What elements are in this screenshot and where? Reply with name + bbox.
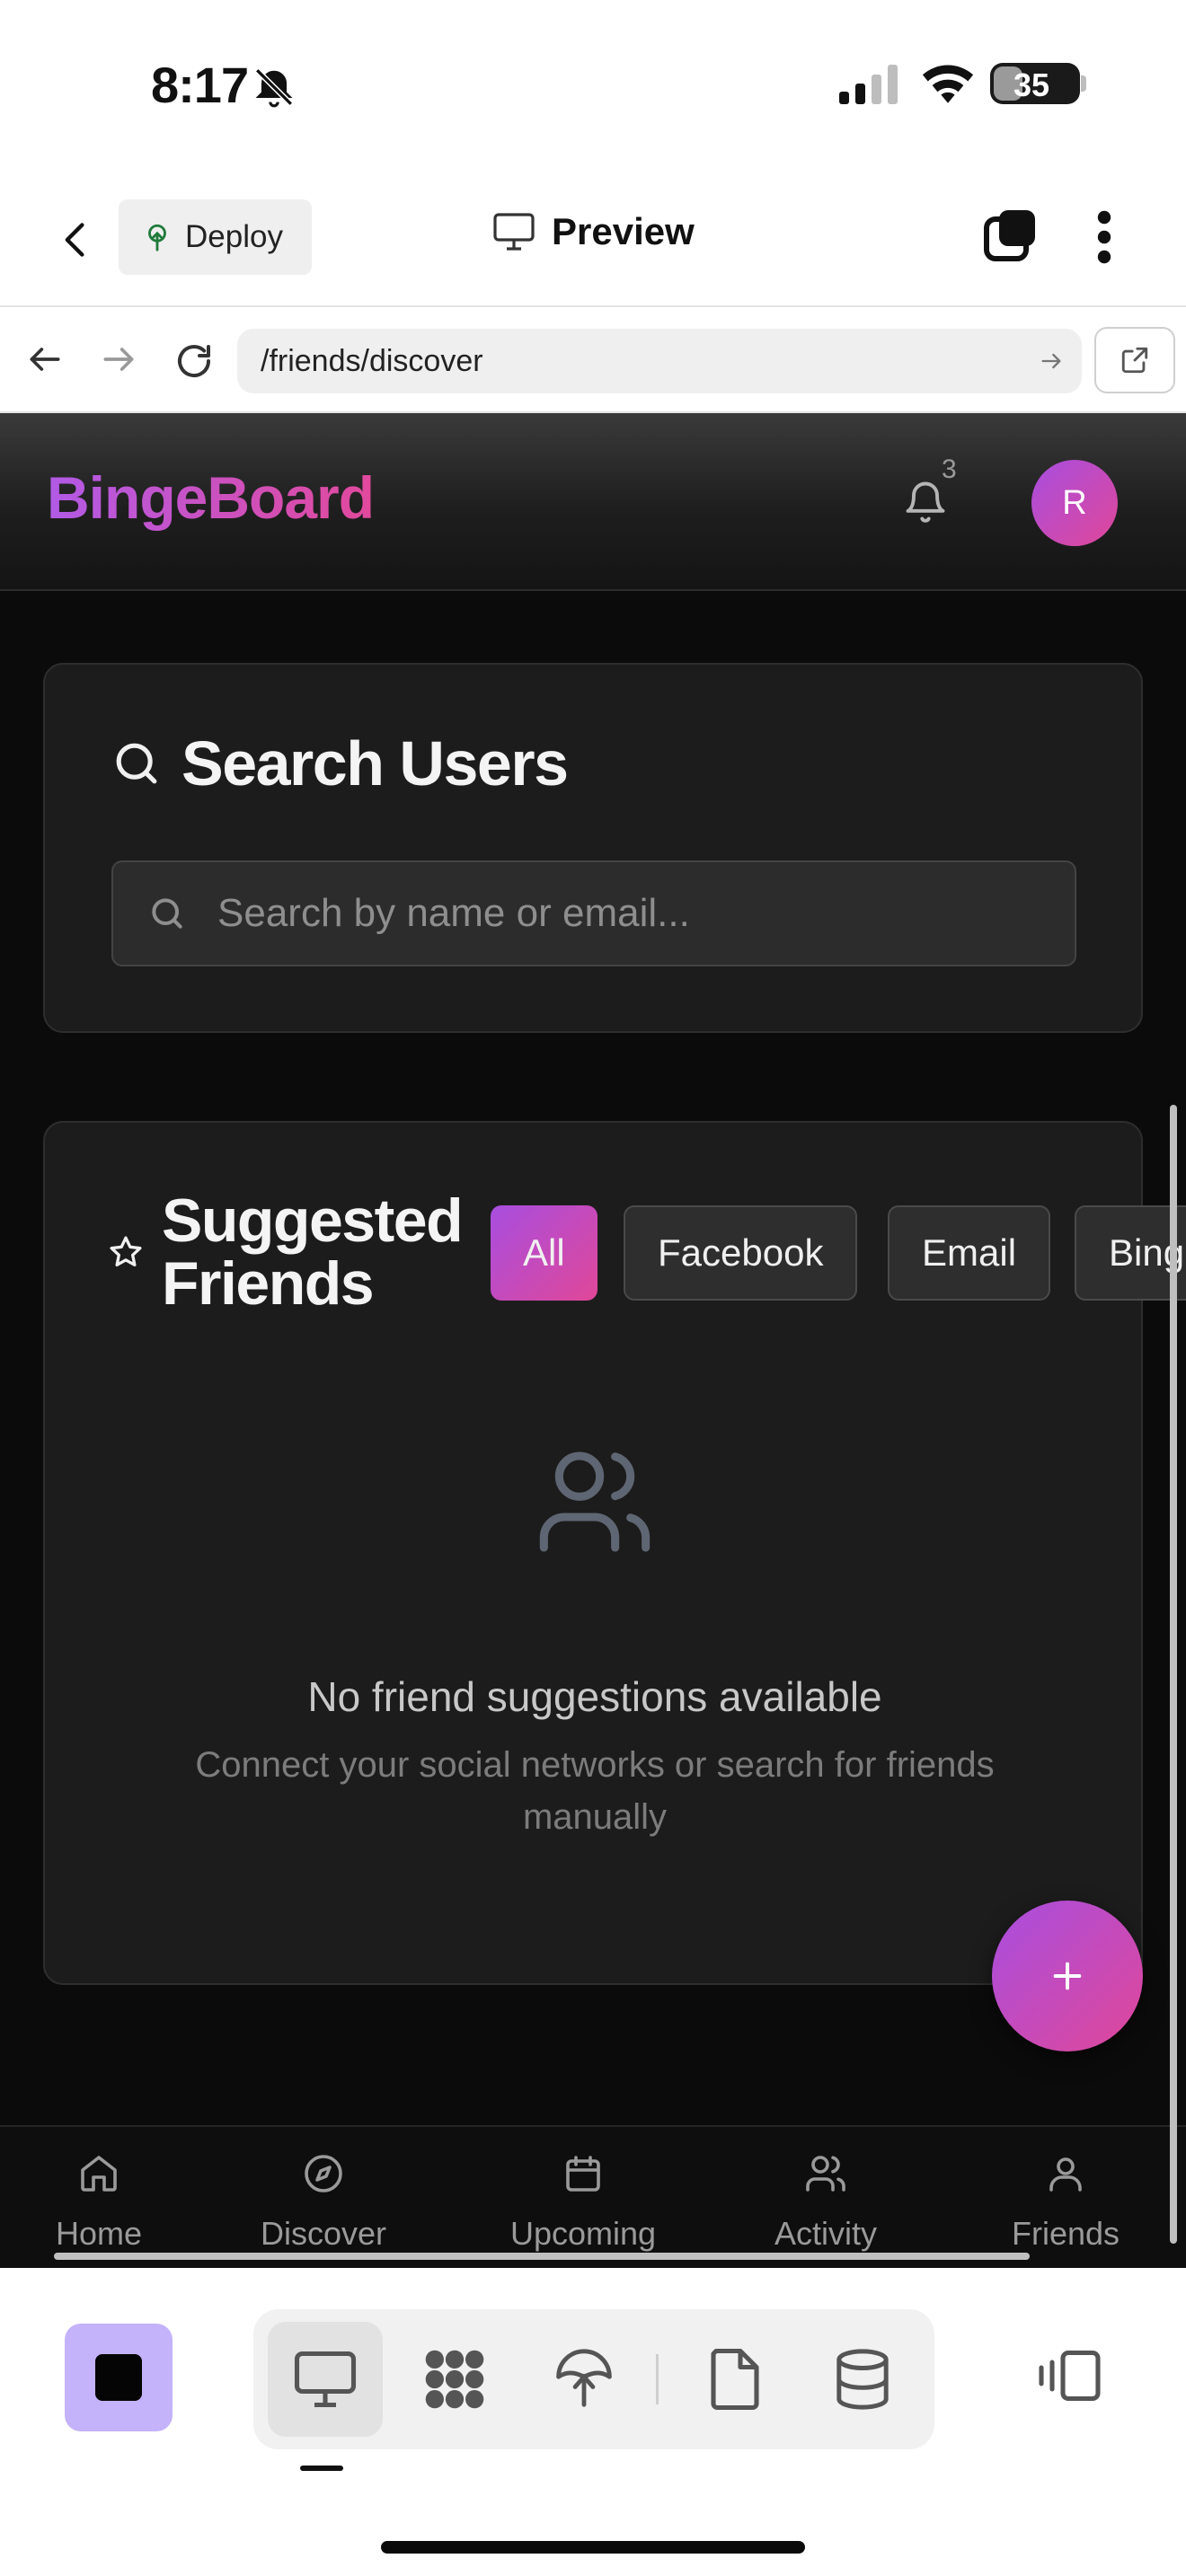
status-time: 8:17: [151, 57, 249, 113]
battery-percentage: 35: [1013, 66, 1050, 103]
go-arrow-icon[interactable]: [1039, 348, 1064, 374]
bell-slash-icon: [255, 68, 293, 108]
open-external-button[interactable]: [1094, 327, 1175, 393]
notification-count: 3: [942, 454, 957, 484]
search-field-icon: [152, 898, 182, 929]
nav-item-home[interactable]: Home: [56, 2152, 142, 2253]
preview-title[interactable]: Preview: [492, 210, 695, 253]
calendar-icon: [566, 2156, 600, 2192]
stop-icon: [95, 2354, 142, 2401]
monitor-icon: [294, 2351, 357, 2408]
tool-preview[interactable]: [268, 2322, 383, 2437]
suggested-friends-title: Suggested Friends: [162, 1187, 464, 1318]
apps-icon: [425, 2350, 484, 2409]
wifi-icon: [922, 65, 974, 103]
suggested-title-line2: Friends: [162, 1249, 375, 1318]
tool-database[interactable]: [805, 2322, 920, 2437]
reload-icon[interactable]: [173, 340, 216, 383]
more-vertical-icon[interactable]: [1091, 208, 1118, 266]
tool-files[interactable]: [677, 2322, 792, 2437]
nav-label-upcoming: Upcoming: [510, 2215, 657, 2252]
home-icon: [81, 2156, 117, 2192]
filter-chip-facebook[interactable]: Facebook: [624, 1205, 858, 1301]
tool-group: [253, 2309, 934, 2449]
brand-logo[interactable]: BingeBoard: [47, 463, 375, 532]
site-navbar: BingeBoard 3 R: [0, 413, 1186, 591]
nav-item-friends[interactable]: Friends: [1012, 2152, 1120, 2253]
nav-item-upcoming[interactable]: Upcoming: [510, 2152, 656, 2253]
filter-chip-email[interactable]: Email: [888, 1205, 1051, 1301]
deploy-label: Deploy: [185, 219, 283, 254]
back-chevron-icon[interactable]: [56, 216, 95, 264]
add-friend-fab[interactable]: [992, 1901, 1143, 2051]
tool-separator: [656, 2354, 659, 2404]
deploy-button[interactable]: Deploy: [119, 199, 312, 275]
horizontal-scrollbar[interactable]: [54, 2253, 1030, 2260]
tabs-icon[interactable]: [981, 207, 1039, 264]
suggested-friends-card: Suggested Friends All Facebook Email Bin…: [43, 1121, 1186, 1985]
nav-item-activity[interactable]: Activity: [774, 2152, 877, 2253]
nav-label-activity: Activity: [774, 2215, 878, 2252]
nav-item-discover[interactable]: Discover: [261, 2152, 386, 2253]
bottom-nav: Home Discover Upcoming Activity Friends: [0, 2125, 1186, 2268]
database-icon: [836, 2349, 889, 2410]
web-viewport: BingeBoard 3 R Search Users Search by na…: [0, 413, 1186, 2268]
suggested-friends-heading: Suggested Friends: [108, 1187, 464, 1318]
preview-label: Preview: [552, 210, 695, 252]
url-field[interactable]: /friends/discover: [237, 329, 1082, 393]
suggested-title-line1: Suggested: [162, 1187, 464, 1255]
bottom-toolbar: [0, 2268, 1186, 2576]
empty-state-title: No friend suggestions available: [307, 1673, 882, 1720]
user-icon: [1049, 2157, 1082, 2192]
battery-tip: [1081, 75, 1086, 92]
battery-indicator: 35: [990, 63, 1080, 104]
search-input[interactable]: Search by name or email...: [111, 860, 1076, 966]
url-text: /friends/discover: [261, 343, 483, 378]
search-users-heading: Search Users: [111, 728, 569, 799]
app-header: Deploy Preview: [0, 171, 1186, 305]
users-empty-icon: [539, 1451, 651, 1552]
plus-icon: [1053, 1962, 1082, 1990]
vertical-scrollbar[interactable]: [1170, 1105, 1177, 2244]
tool-apps[interactable]: [397, 2322, 512, 2437]
external-link-icon: [1121, 347, 1148, 374]
compass-icon: [305, 2155, 342, 2192]
browser-bar: /friends/discover: [0, 305, 1186, 413]
nav-label-discover: Discover: [261, 2215, 387, 2252]
filter-chip-all[interactable]: All: [491, 1205, 597, 1301]
search-users-title: Search Users: [181, 728, 569, 798]
avatar[interactable]: R: [1031, 460, 1118, 546]
star-icon: [110, 1236, 142, 1266]
monitor-icon: [493, 213, 535, 251]
cellular-signal-icon: [839, 65, 898, 104]
browser-forward-icon[interactable]: [99, 340, 138, 379]
panel-toggle-icon[interactable]: [1033, 2347, 1103, 2404]
users-icon: [806, 2156, 845, 2192]
home-indicator: [381, 2541, 805, 2554]
browser-back-icon[interactable]: [25, 340, 65, 379]
nav-label-friends: Friends: [1012, 2215, 1120, 2252]
tool-deploy[interactable]: [527, 2322, 642, 2437]
deploy-icon: [556, 2349, 612, 2407]
empty-state-description: Connect your social networks or search f…: [195, 1745, 995, 1837]
search-users-card: Search Users Search by name or email...: [43, 663, 1143, 1033]
search-icon: [116, 743, 157, 784]
file-icon: [711, 2348, 759, 2411]
stop-button[interactable]: [65, 2324, 173, 2431]
status-bar: 8:17 35: [0, 0, 1186, 171]
nav-label-home: Home: [56, 2215, 143, 2252]
deploy-tree-icon: [148, 224, 166, 251]
active-tool-indicator: [300, 2466, 343, 2471]
search-placeholder: Search by name or email...: [217, 891, 690, 935]
